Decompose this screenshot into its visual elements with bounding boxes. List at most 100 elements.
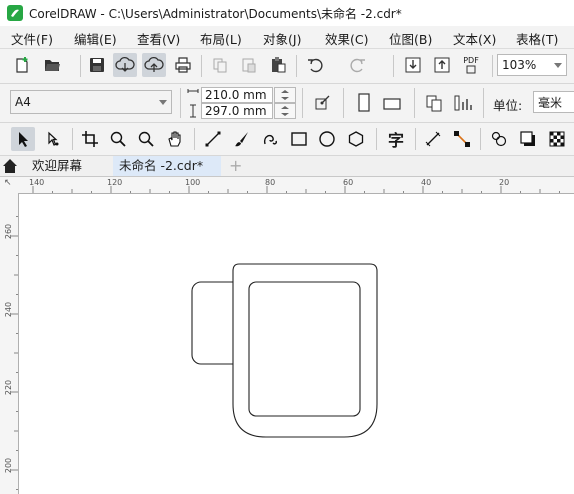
title-bar: CorelDRAW - C:\Users\Administrator\Docum… — [0, 0, 574, 26]
toolbar-separator — [376, 128, 377, 150]
menu-text[interactable]: 文本(X) — [453, 29, 496, 48]
ruler-label: 220 — [4, 379, 14, 396]
page-size-select[interactable]: A4 — [10, 90, 172, 114]
import-icon[interactable] — [401, 53, 425, 77]
toolbar-separator — [492, 55, 493, 77]
page-width-value: 210.0 mm — [205, 88, 267, 102]
page-height-input[interactable]: 297.0 mm — [201, 103, 273, 119]
connector-tool-icon[interactable] — [450, 127, 474, 151]
units-select[interactable]: 毫米 — [533, 91, 574, 113]
zoom-level-combo[interactable]: 103% — [497, 54, 567, 76]
zoom-level-value: 103% — [502, 58, 537, 72]
cloud-download-icon[interactable] — [113, 53, 137, 77]
current-page-icon[interactable] — [451, 91, 475, 115]
ruler-label: 240 — [4, 301, 14, 318]
spiral-tool-icon[interactable] — [258, 127, 282, 151]
add-tab-button[interactable]: + — [223, 156, 248, 176]
width-spinner[interactable] — [274, 87, 296, 103]
height-spinner[interactable] — [274, 103, 296, 119]
export-icon[interactable] — [430, 53, 454, 77]
pdf-label: PDF — [463, 56, 479, 65]
horizontal-ruler-ticks — [32, 186, 560, 193]
pick-tool-icon[interactable] — [11, 127, 35, 151]
cloud-upload-icon[interactable] — [142, 53, 166, 77]
coreldraw-logo-icon — [7, 5, 23, 21]
landscape-icon[interactable] — [380, 91, 404, 115]
toolbar-separator — [296, 55, 297, 77]
ruler-label: 140 — [29, 178, 45, 187]
width-icon — [187, 88, 199, 102]
menu-bitmaps[interactable]: 位图(B) — [389, 29, 432, 48]
home-icon[interactable] — [2, 157, 18, 175]
pdf-icon[interactable]: PDF — [459, 53, 483, 77]
zoom-tool-icon[interactable] — [106, 127, 130, 151]
menu-view[interactable]: 查看(V) — [137, 29, 180, 48]
page-width-input[interactable]: 210.0 mm — [201, 87, 273, 103]
effects-tool-icon[interactable] — [487, 127, 511, 151]
toolbar-separator — [480, 128, 481, 150]
page-height-value: 297.0 mm — [205, 104, 267, 118]
toolbar-separator — [180, 88, 181, 118]
menu-bar: 文件(F) 编辑(E) 查看(V) 布局(L) 对象(J) 效果(C) 位图(B… — [0, 26, 574, 49]
redo-icon — [346, 53, 370, 77]
tab-welcome-screen[interactable]: 欢迎屏幕 — [26, 156, 88, 176]
scale-factor-icon[interactable] — [310, 91, 334, 115]
toolbar-separator — [201, 55, 202, 77]
print-icon[interactable] — [171, 53, 195, 77]
document-tab-bar: 欢迎屏幕 未命名 -2.cdr* + — [0, 156, 574, 177]
chevron-down-icon — [159, 100, 167, 105]
mug-body-shape — [232, 263, 378, 438]
canvas-drawing — [191, 263, 378, 438]
toolbar-separator — [414, 88, 415, 118]
horizontal-ruler[interactable]: 140 120 100 80 60 40 20 — [18, 177, 574, 194]
ruler-label: 60 — [343, 178, 354, 187]
artistic-media-icon[interactable] — [230, 127, 254, 151]
freehand-tool-icon[interactable] — [201, 127, 225, 151]
zoom-out-icon[interactable] — [134, 127, 158, 151]
vertical-ruler[interactable]: 260 240 220 200 — [0, 193, 19, 494]
menu-effects[interactable]: 效果(C) — [325, 29, 368, 48]
paste-icon — [237, 53, 261, 77]
all-pages-icon[interactable] — [422, 91, 446, 115]
units-value: 毫米 — [538, 95, 563, 110]
ruler-label: 120 — [107, 178, 123, 187]
ruler-origin-icon: ↖ — [4, 178, 12, 188]
crop-tool-icon[interactable] — [78, 127, 102, 151]
height-icon — [187, 104, 199, 118]
menu-layout[interactable]: 布局(L) — [200, 29, 242, 48]
ruler-label: 200 — [4, 457, 14, 474]
menu-table[interactable]: 表格(T) — [516, 29, 558, 48]
drawing-canvas[interactable] — [19, 194, 574, 494]
toolbar-separator — [415, 128, 416, 150]
save-icon[interactable] — [85, 53, 109, 77]
clipboard-icon[interactable] — [266, 53, 290, 77]
menu-file[interactable]: 文件(F) — [11, 29, 53, 48]
portrait-icon[interactable] — [352, 91, 376, 115]
window-title: CorelDRAW - C:\Users\Administrator\Docum… — [29, 6, 402, 21]
ruler-label: 260 — [4, 223, 14, 240]
new-document-icon[interactable] — [10, 53, 34, 77]
undo-icon[interactable] — [303, 53, 327, 77]
shape-tool-icon[interactable] — [41, 127, 65, 151]
ruler-label: 100 — [185, 178, 201, 187]
polygon-tool-icon[interactable] — [344, 127, 368, 151]
units-label: 单位: — [493, 98, 523, 113]
menu-object[interactable]: 对象(J) — [263, 29, 301, 48]
ruler-corner[interactable]: ↖ — [0, 177, 19, 194]
toolbar-separator — [302, 88, 303, 118]
toolbar-separator — [80, 55, 81, 77]
toolbar-separator — [343, 88, 344, 118]
ruler-label: 40 — [421, 178, 432, 187]
toolbar-separator — [72, 128, 73, 150]
rectangle-tool-icon[interactable] — [287, 127, 311, 151]
dimension-tool-icon[interactable] — [421, 127, 445, 151]
tab-document[interactable]: 未命名 -2.cdr* — [113, 156, 221, 176]
open-folder-icon[interactable] — [40, 53, 64, 77]
menu-edit[interactable]: 编辑(E) — [74, 29, 117, 48]
text-tool-icon[interactable]: 字 — [384, 127, 408, 151]
transparency-tool-icon[interactable] — [545, 127, 569, 151]
ellipse-tool-icon[interactable] — [315, 127, 339, 151]
pan-tool-icon[interactable] — [163, 127, 187, 151]
chevron-down-icon — [554, 63, 562, 68]
shadow-tool-icon[interactable] — [516, 127, 540, 151]
